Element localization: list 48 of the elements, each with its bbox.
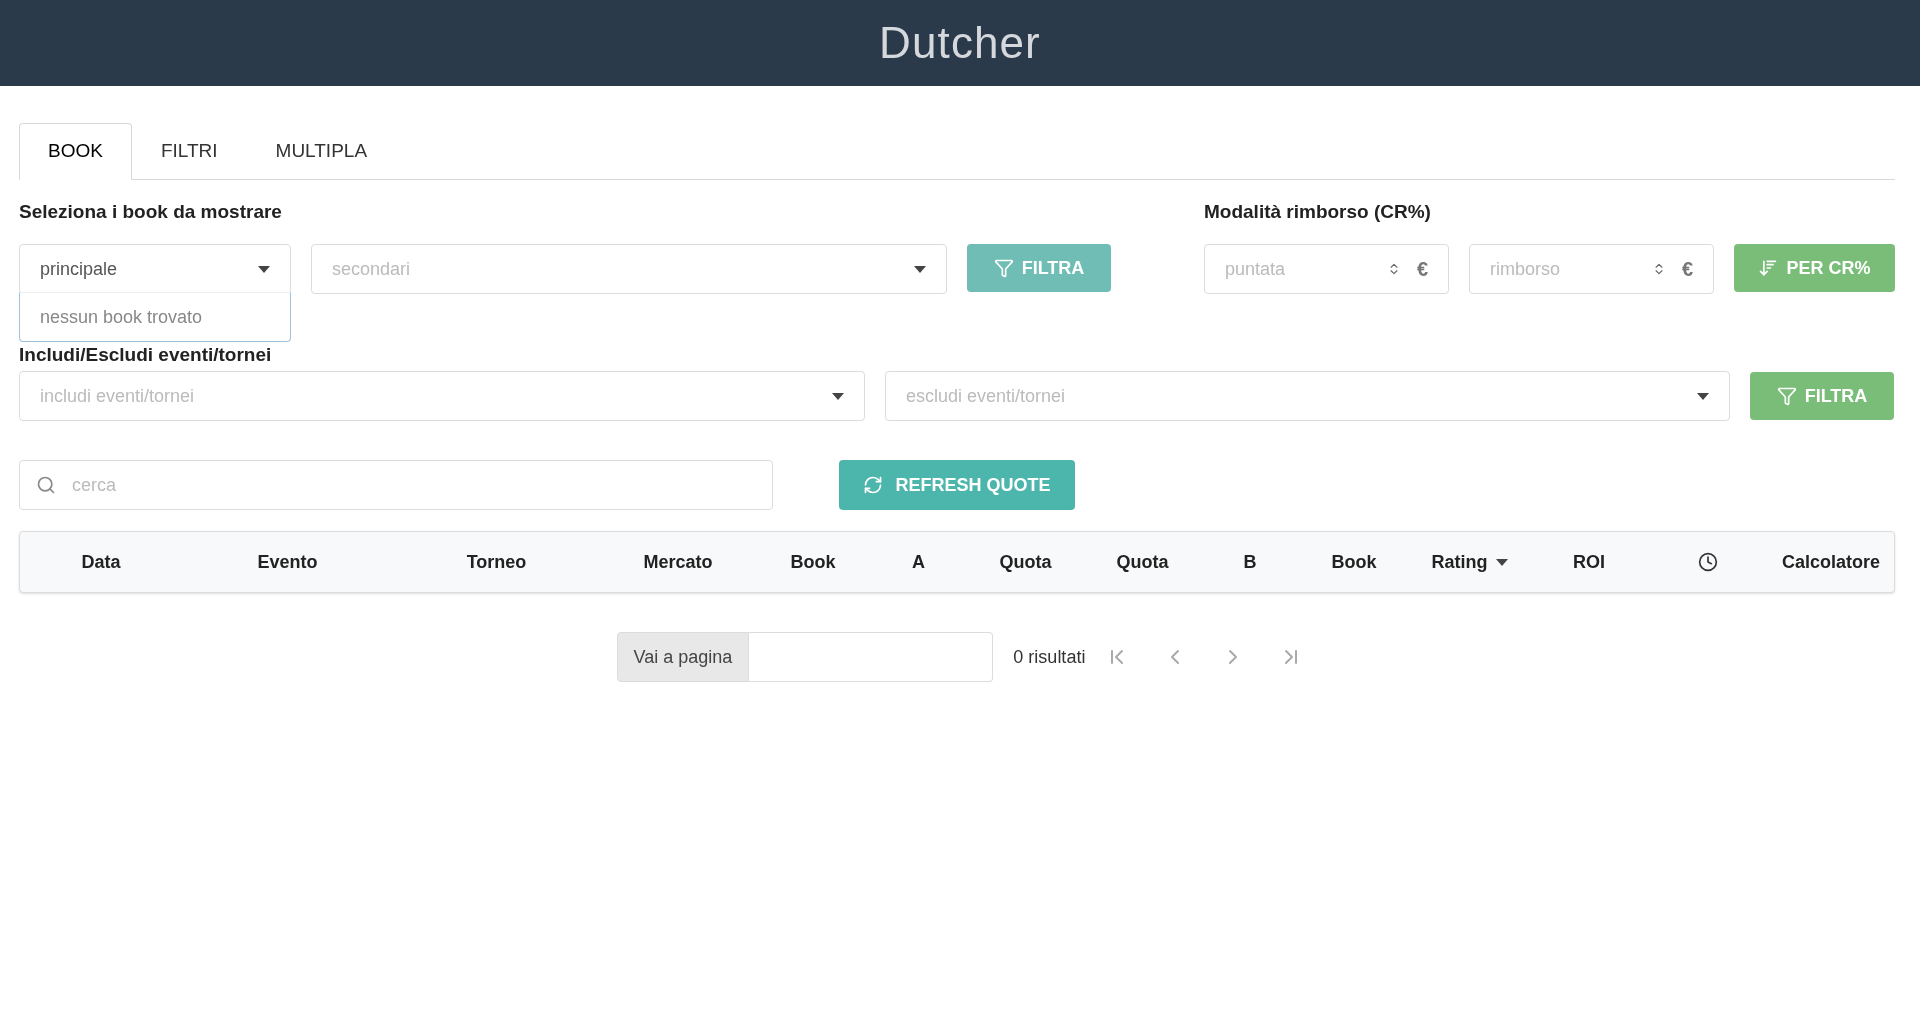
filter-icon [1776,386,1797,406]
column-header[interactable]: Book [790,548,836,576]
column-header[interactable]: ROI [1573,548,1605,576]
caret-icon [832,392,844,400]
column-header[interactable]: Data [81,548,121,576]
column-header[interactable]: Quota [999,548,1052,576]
column-header[interactable]: B [1243,548,1257,576]
column-header[interactable]: Quota [1116,548,1169,576]
filter-icon [993,258,1014,278]
number-input[interactable]: puntata [1225,255,1387,283]
euro-unit: € [1416,257,1428,282]
refund-field[interactable]: rimborso € [1469,244,1714,294]
main-book-select[interactable]: principale [19,244,291,294]
sort-icon [1758,258,1779,278]
sort-caret-icon [1495,558,1508,566]
number-input[interactable]: rimborso [1490,255,1652,283]
column-header[interactable]: Torneo [466,548,527,576]
stake-field[interactable]: puntata € [1204,244,1449,294]
search-field[interactable]: cerca [19,460,773,510]
section-label: Includi/Escludi eventi/tornei [19,343,272,367]
select-placeholder: includi eventi/tornei [40,384,195,408]
select-placeholder: escludi eventi/tornei [906,384,1066,408]
column-header[interactable]: Evento [257,548,318,576]
empty-message: nessun book trovato [40,305,203,329]
euro-unit: € [1681,257,1693,282]
app-title: Dutcher [879,17,1041,69]
caret-icon [1697,392,1709,400]
tab[interactable]: FILTRI [131,123,247,180]
refresh-icon [863,475,884,495]
clock-icon[interactable] [1698,552,1718,572]
section-label: Modalità rimborso (CR%) [1204,200,1432,224]
column-header[interactable]: A [912,548,925,576]
column-header[interactable]: Rating [1431,548,1508,576]
search-input[interactable]: cerca [72,471,756,499]
search-icon [36,475,56,495]
caret-icon [258,265,270,273]
column-header[interactable]: Mercato [643,548,713,576]
select-value: principale [40,257,118,281]
tab[interactable]: MULTIPLA [246,123,397,180]
section-label: Seleziona i book da mostrare [19,200,283,224]
tab[interactable]: BOOK [19,123,132,180]
goto-page-label: Vai a pagina [616,632,750,682]
select-placeholder: secondari [332,257,411,281]
results-count: 0 risultati [1013,645,1086,669]
column-header[interactable]: Calcolatore [1781,548,1880,576]
page-input[interactable] [749,632,994,682]
column-header[interactable]: Book [1331,548,1377,576]
caret-icon [914,265,926,273]
